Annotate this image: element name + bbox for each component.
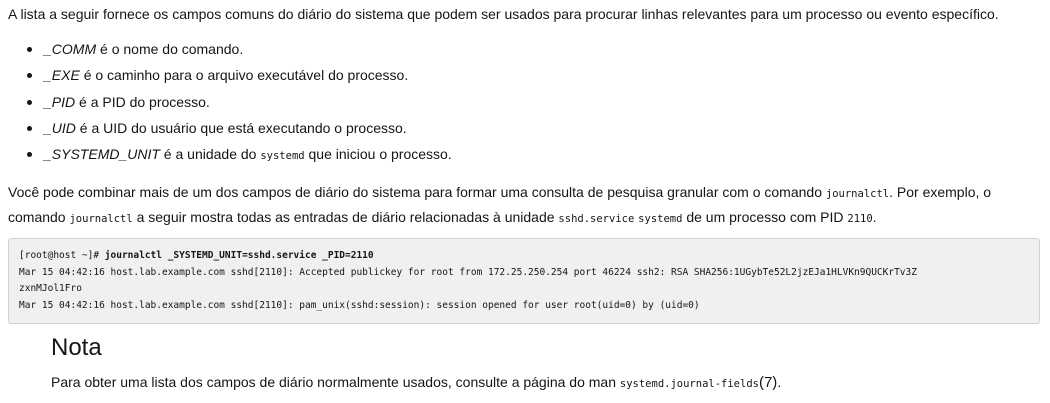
text-run: . [872,209,877,225]
field-description: é a unidade do [159,146,261,163]
document-page: A lista a seguir fornece os campos comun… [0,0,1050,403]
inline-code-systemd: systemd [260,150,305,163]
inline-code-systemd: systemd [638,213,683,225]
list-item: _EXE é o caminho para o arquivo executáv… [26,66,452,92]
output-line: zxnMJol1Fro [19,283,82,295]
journal-fields-list: _COMM é o nome do comando. _EXE é o cami… [26,40,452,171]
inline-code-sshd-service: sshd.service [558,213,635,225]
text-run: Você pode combinar mais de um dos campos… [8,184,826,200]
field-description: é o caminho para o arquivo executável do… [79,67,409,84]
combine-paragraph: Você pode combinar mais de um dos campos… [8,181,1043,231]
intro-paragraph: A lista a seguir fornece os campos comun… [8,6,999,22]
command-line: [root@host ~]# journalctl _SYSTEMD_UNIT=… [19,248,1029,265]
inline-code-journalctl: journalctl [825,188,890,200]
text-run: a seguir mostra todas as entradas de diá… [132,209,559,225]
shell-command: journalctl _SYSTEMD_UNIT=sshd.service _P… [104,250,374,261]
list-item: _UID é a UID do usuário que está executa… [26,119,452,145]
man-section: (7) [758,374,778,391]
inline-code-journal-fields: systemd.journal-fields [619,378,759,390]
field-name: _UID [44,119,76,136]
field-name: _PID [44,93,76,110]
note-title: Nota [51,334,102,361]
text-run: de um processo com PID [682,209,848,225]
text-run: . [777,374,782,390]
field-name: _SYSTEMD_UNIT [44,146,160,163]
list-item: _PID é a PID do processo. [26,93,452,119]
field-description: é a PID do processo. [75,93,210,110]
terminal-code-block[interactable]: [root@host ~]# journalctl _SYSTEMD_UNIT=… [8,238,1040,324]
field-name: _COMM [44,41,97,57]
output-line: Mar 15 04:42:16 host.lab.example.com ssh… [19,300,700,312]
field-description-end: que iniciou o processo. [304,146,452,163]
list-item: _SYSTEMD_UNIT é a unidade do systemd que… [26,145,452,171]
list-item: _COMM é o nome do comando. [26,40,452,66]
shell-prompt: [root@host ~]# [19,250,105,261]
note-paragraph: Para obter uma lista dos campos de diári… [51,372,781,394]
output-line: Mar 15 04:42:16 host.lab.example.com ssh… [19,266,917,278]
field-description: é a UID do usuário que está executando o… [75,119,407,136]
field-description: é o nome do comando. [96,41,244,57]
field-name: _EXE [44,67,80,84]
inline-code-pid: 2110 [847,213,873,225]
inline-code-journalctl: journalctl [69,213,133,225]
text-run: Para obter uma lista dos campos de diári… [51,374,620,390]
